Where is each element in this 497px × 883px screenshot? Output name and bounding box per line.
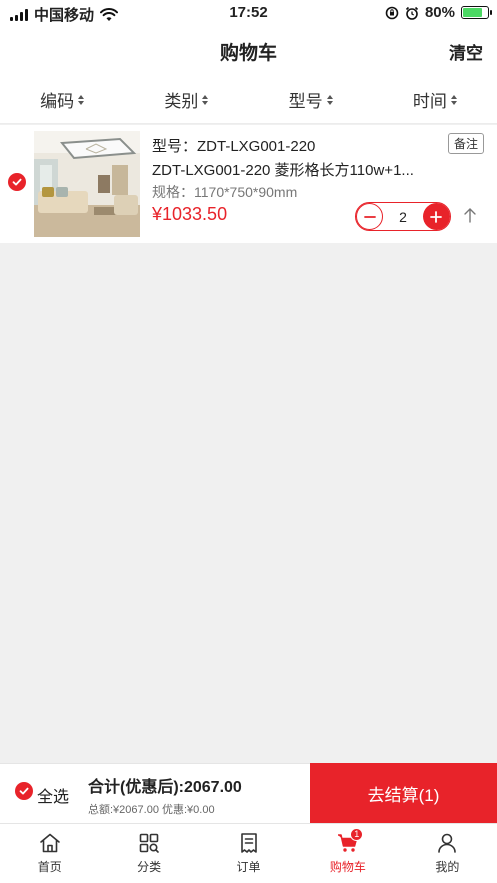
sort-arrows-icon <box>450 94 457 105</box>
select-all-label[interactable]: 全选 <box>37 783 69 807</box>
arrow-up-icon[interactable] <box>462 206 478 224</box>
tab-label: 订单 <box>236 860 261 874</box>
product-spec: 规格：1170*750*90mm <box>152 184 298 200</box>
nav-bar: 购物车 清空 <box>0 26 497 76</box>
product-name[interactable]: ZDT-LXG001-220 菱形格长方110w+1... <box>152 159 442 180</box>
order-icon <box>240 833 257 853</box>
tab-label: 我的 <box>435 860 460 874</box>
tab-bar: 首页 分类 订单 1 购物车 我的 <box>0 823 497 883</box>
status-bar: 中国移动 17:52 80% <box>0 0 497 26</box>
sort-label: 型号 <box>288 92 323 111</box>
battery-percent: 80% <box>424 4 455 21</box>
sort-by-model[interactable]: 型号 <box>249 76 373 123</box>
checkmark-icon <box>19 787 29 795</box>
user-icon <box>438 833 457 853</box>
tab-orders[interactable]: 订单 <box>199 824 298 883</box>
sort-label: 类别 <box>164 92 199 111</box>
select-all-checkbox[interactable] <box>15 782 33 800</box>
tab-label: 分类 <box>137 860 162 874</box>
category-icon <box>139 833 159 853</box>
tab-label: 首页 <box>37 860 62 874</box>
tab-home[interactable]: 首页 <box>0 824 99 883</box>
increase-quantity-button[interactable] <box>422 203 450 230</box>
minus-icon <box>363 215 376 218</box>
tab-cart[interactable]: 1 购物车 <box>298 824 397 883</box>
rotation-lock-icon <box>385 6 399 19</box>
product-image[interactable] <box>34 131 140 237</box>
plus-icon <box>430 210 443 223</box>
sort-arrows-icon <box>78 94 85 105</box>
sort-arrows-icon <box>202 94 209 105</box>
quantity-value[interactable]: 2 <box>399 209 407 225</box>
alarm-icon <box>405 6 419 20</box>
sort-arrows-icon <box>326 94 333 105</box>
decrease-quantity-button[interactable] <box>356 203 383 230</box>
sort-by-code[interactable]: 编码 <box>0 76 124 123</box>
product-model: 型号：ZDT-LXG001-220 <box>152 138 316 155</box>
page-title: 购物车 <box>219 43 277 64</box>
quantity-stepper: 2 <box>355 202 451 231</box>
total-amount: 合计(优惠后):2067.00 <box>88 779 242 796</box>
home-icon <box>39 833 60 853</box>
checkout-button[interactable]: 去结算(1) <box>310 763 497 823</box>
sort-by-category[interactable]: 类别 <box>124 76 248 123</box>
sort-label: 时间 <box>412 92 447 111</box>
remark-button[interactable]: 备注 <box>447 133 484 154</box>
battery-icon <box>461 6 492 19</box>
checkmark-icon <box>12 178 22 186</box>
tab-label: 购物车 <box>329 860 366 874</box>
sort-by-time[interactable]: 时间 <box>373 76 497 123</box>
subtotal-discount: 总额:¥2067.00 优惠:¥0.00 <box>88 804 215 816</box>
clear-button[interactable]: 清空 <box>449 39 483 64</box>
item-select-checkbox[interactable] <box>8 173 26 191</box>
sort-label: 编码 <box>40 92 75 111</box>
tab-category[interactable]: 分类 <box>99 824 198 883</box>
cart-badge: 1 <box>350 828 364 841</box>
product-price: ¥1033.50 <box>152 204 228 224</box>
tab-profile[interactable]: 我的 <box>398 824 497 883</box>
sort-bar: 编码 类别 型号 时间 <box>0 76 497 124</box>
